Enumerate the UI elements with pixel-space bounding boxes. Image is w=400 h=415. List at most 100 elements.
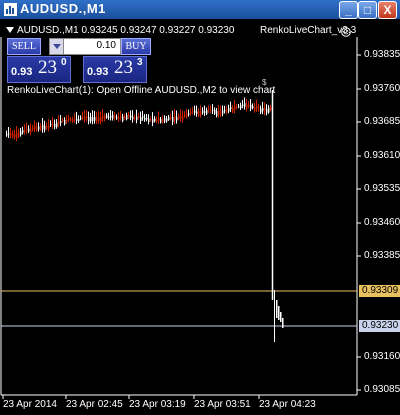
candle-body bbox=[184, 114, 186, 117]
candle-body bbox=[150, 119, 152, 121]
candle-body bbox=[206, 109, 208, 115]
buy-price-main: 23 bbox=[114, 57, 133, 78]
candle-body bbox=[96, 116, 98, 122]
candle-body bbox=[262, 108, 264, 112]
candle-body bbox=[182, 116, 184, 120]
restore-button[interactable]: □ bbox=[358, 1, 377, 19]
candle-body bbox=[216, 111, 218, 116]
sell-button[interactable]: SELL bbox=[7, 38, 41, 55]
candle-body bbox=[22, 130, 24, 133]
candle-body bbox=[46, 125, 48, 129]
title-bar[interactable]: AUDUSD.,M1 _ □ X bbox=[0, 0, 400, 19]
time-tick-label: 23 Apr 04:23 bbox=[259, 399, 316, 410]
candle-body bbox=[204, 111, 206, 114]
candle-body bbox=[40, 125, 42, 130]
candle-body bbox=[280, 312, 282, 322]
candle-body bbox=[142, 116, 144, 118]
candle-body bbox=[238, 106, 240, 108]
candle-body bbox=[134, 117, 136, 120]
candle-body bbox=[226, 109, 228, 113]
candle-body bbox=[264, 108, 266, 113]
candle-body bbox=[148, 118, 150, 122]
candle-body bbox=[154, 118, 156, 122]
candle-body bbox=[114, 116, 116, 119]
candle-body bbox=[246, 104, 248, 109]
buy-price-prefix: 0.93 bbox=[87, 66, 109, 78]
candle-body bbox=[62, 120, 64, 122]
close-button[interactable]: X bbox=[378, 1, 397, 19]
candle-body bbox=[72, 119, 74, 122]
candle-body bbox=[146, 117, 148, 120]
candle-body bbox=[126, 114, 128, 120]
candle-body bbox=[164, 118, 166, 122]
candle-body bbox=[232, 107, 234, 112]
lot-size-input[interactable]: 0.10 bbox=[49, 38, 121, 55]
candle-body bbox=[254, 106, 256, 111]
candle-body bbox=[60, 121, 62, 124]
candle-body bbox=[100, 117, 102, 122]
price-tick-label: 0.93385 bbox=[364, 250, 400, 261]
candle-body bbox=[186, 113, 188, 117]
candle-body bbox=[108, 116, 110, 118]
trade-marker-label: $ bbox=[262, 78, 267, 87]
candle-body bbox=[136, 116, 138, 120]
candle-body bbox=[106, 115, 108, 118]
sell-price-prefix: 0.93 bbox=[11, 66, 33, 78]
candle-body bbox=[138, 115, 140, 119]
candle-body bbox=[194, 110, 196, 114]
candle-body bbox=[50, 124, 52, 126]
candle-body bbox=[178, 115, 180, 120]
price-tick-label: 0.93610 bbox=[364, 150, 400, 161]
candle-body bbox=[192, 110, 194, 113]
candle-body bbox=[202, 110, 204, 114]
candle-body bbox=[30, 128, 32, 133]
candle-body bbox=[54, 123, 56, 128]
time-tick-label: 23 Apr 02:45 bbox=[66, 399, 123, 410]
candle-body bbox=[90, 116, 92, 122]
time-tick-label: 23 Apr 03:19 bbox=[129, 399, 186, 410]
buy-price-box[interactable]: 0.93 23 3 bbox=[83, 56, 147, 83]
candle-body bbox=[144, 117, 146, 121]
price-tick-label: 0.93835 bbox=[364, 49, 400, 60]
candle-body bbox=[268, 107, 270, 113]
candle-body bbox=[132, 116, 134, 120]
sell-price-box[interactable]: 0.93 23 0 bbox=[7, 56, 71, 83]
candle-body bbox=[152, 118, 154, 123]
collapse-triangle-icon[interactable] bbox=[6, 27, 14, 34]
candle-body bbox=[212, 110, 214, 112]
candle-body bbox=[276, 300, 278, 318]
candle-body bbox=[270, 107, 272, 111]
lot-dropdown-arrow-icon[interactable] bbox=[50, 39, 64, 54]
candle-body bbox=[84, 116, 86, 120]
candle-body bbox=[172, 117, 174, 122]
buy-button[interactable]: BUY bbox=[121, 38, 151, 55]
candle-body bbox=[208, 109, 210, 111]
candle-body bbox=[234, 106, 236, 111]
buy-price-pip: 3 bbox=[137, 57, 143, 68]
candle-body bbox=[282, 318, 284, 328]
candle-body bbox=[42, 124, 44, 130]
candle-body bbox=[260, 108, 262, 113]
candle-body bbox=[8, 133, 10, 135]
minimize-button[interactable]: _ bbox=[339, 1, 358, 19]
candle-body bbox=[222, 110, 224, 114]
candle-body bbox=[160, 119, 162, 123]
candle-body bbox=[158, 118, 160, 121]
candle-body bbox=[166, 118, 168, 122]
candle-body bbox=[92, 116, 94, 122]
candle-body bbox=[242, 104, 244, 106]
candle-body bbox=[14, 134, 16, 138]
candle-body bbox=[244, 103, 246, 107]
candle-body bbox=[128, 115, 130, 118]
candle-body bbox=[214, 109, 216, 114]
price-tick-label: 0.93685 bbox=[364, 116, 400, 127]
candle-body bbox=[112, 115, 114, 119]
candle-body bbox=[56, 122, 58, 128]
chart-window-icon bbox=[4, 3, 17, 16]
candle-body bbox=[10, 133, 12, 136]
candle-body bbox=[140, 117, 142, 122]
candle-body bbox=[70, 118, 72, 121]
candle-body bbox=[82, 116, 84, 118]
candle-body bbox=[88, 117, 90, 122]
candle-body bbox=[190, 112, 192, 114]
